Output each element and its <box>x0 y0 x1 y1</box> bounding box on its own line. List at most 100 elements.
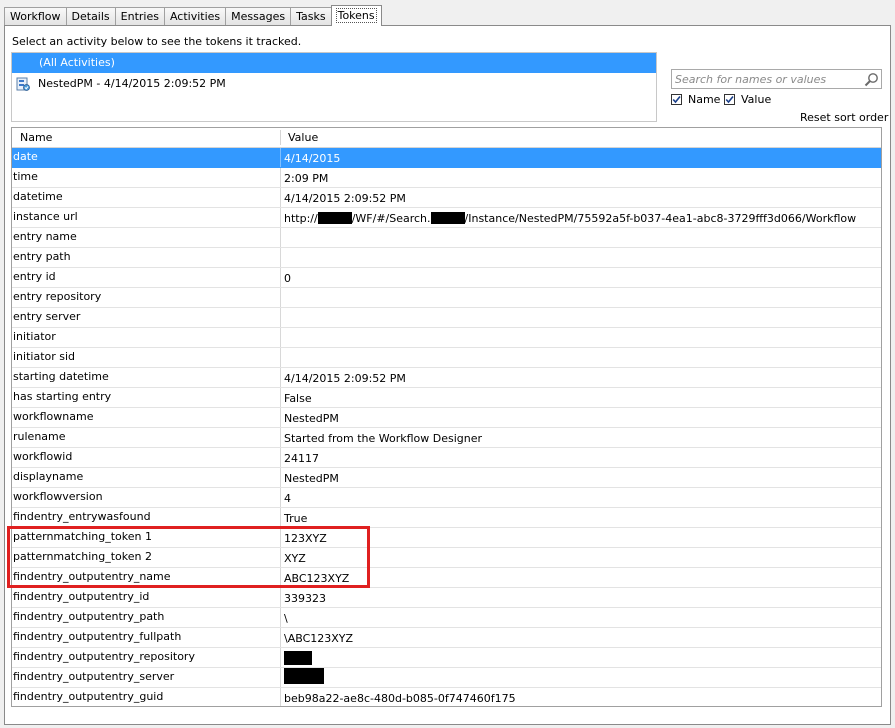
table-row[interactable]: instance url http:// /WF/#/Search. /Instanc… <box>12 208 881 228</box>
token-name-cell: entry repository <box>12 288 281 307</box>
token-value-cell: NestedPM <box>284 412 339 425</box>
table-row[interactable]: findentry_outputentry_fullpath \ABC123XYZ <box>12 628 881 648</box>
token-value-cell <box>281 228 881 247</box>
token-name-cell: date <box>12 148 281 167</box>
column-header-name[interactable]: Name <box>12 128 52 147</box>
table-row[interactable]: patternmatching_token 1 123XYZ <box>12 528 881 548</box>
table-row[interactable]: findentry_outputentry_path \ <box>12 608 881 628</box>
redaction-block <box>317 212 352 224</box>
value-filter-checkbox[interactable]: Value <box>724 93 771 106</box>
url-segment: /WF/#/Search. <box>351 212 431 225</box>
search-input[interactable] <box>675 71 861 87</box>
table-row[interactable]: findentry_entrywasfound True <box>12 508 881 528</box>
token-name-cell: findentry_outputentry_guid <box>12 688 281 706</box>
token-value-cell <box>281 308 881 327</box>
reset-sort-order-link[interactable]: Reset sort order <box>800 111 888 124</box>
value-filter-label: Value <box>741 93 772 106</box>
name-filter-checkbox[interactable]: Name <box>671 93 720 106</box>
table-row[interactable]: findentry_outputentry_name ABC123XYZ <box>12 568 881 588</box>
token-value-cell: 4/14/2015 2:09:52 PM <box>284 192 406 205</box>
table-row[interactable]: rulename Started from the Workflow Design… <box>12 428 881 448</box>
table-row[interactable]: entry server <box>12 308 881 328</box>
token-name-cell: findentry_outputentry_path <box>12 608 281 627</box>
table-row[interactable]: workflowid 24117 <box>12 448 881 468</box>
token-value-cell: 4/14/2015 2:09:52 PM <box>284 372 406 385</box>
table-row[interactable]: findentry_outputentry_id 339323 <box>12 588 881 608</box>
token-value-cell: \ <box>284 612 288 625</box>
table-row[interactable]: date 4/14/2015 <box>12 148 881 168</box>
table-row[interactable]: findentry_outputentry_server <box>12 668 881 688</box>
token-value-cell: http:// /WF/#/Search. /Instance/NestedPM/7… <box>281 208 881 227</box>
tokens-grid[interactable]: Name Value date 4/14/2015 time 2:09 PM datet… <box>11 127 882 707</box>
tab-messages[interactable]: Messages <box>225 7 292 25</box>
tab-entries[interactable]: Entries <box>114 7 165 25</box>
table-row[interactable]: entry path <box>12 248 881 268</box>
checkbox-checked-icon[interactable] <box>671 94 682 105</box>
token-value-cell <box>281 648 881 667</box>
token-value-cell: NestedPM <box>284 472 339 485</box>
redaction-block <box>284 668 324 684</box>
table-row[interactable]: workflowname NestedPM <box>12 408 881 428</box>
token-name-cell: workflowname <box>12 408 281 427</box>
table-row[interactable]: entry repository <box>12 288 881 308</box>
token-value-cell: 4 <box>284 492 291 505</box>
column-header-value[interactable]: Value <box>280 128 318 147</box>
table-row[interactable]: time 2:09 PM <box>12 168 881 188</box>
search-box[interactable] <box>671 69 882 89</box>
tab-label: Workflow <box>10 10 61 23</box>
tab-label: Tasks <box>296 10 326 23</box>
table-row[interactable]: entry id 0 <box>12 268 881 288</box>
workflow-icon <box>16 77 30 91</box>
token-name-cell: findentry_outputentry_server <box>12 668 281 687</box>
grid-header: Name Value <box>12 128 881 148</box>
tab-activities[interactable]: Activities <box>163 7 227 25</box>
table-row[interactable]: datetime 4/14/2015 2:09:52 PM <box>12 188 881 208</box>
token-name-cell: findentry_outputentry_fullpath <box>12 628 281 647</box>
instruction-text: Select an activity below to see the toke… <box>12 35 302 48</box>
table-row[interactable]: displayname NestedPM <box>12 468 881 488</box>
token-name-cell: entry id <box>12 268 281 287</box>
table-row[interactable]: starting datetime 4/14/2015 2:09:52 PM <box>12 368 881 388</box>
tab-details[interactable]: Details <box>65 7 116 25</box>
tokens-window: Workflow Details Entries Activities Mess… <box>0 0 895 728</box>
table-row[interactable]: has starting entry False <box>12 388 881 408</box>
activity-list[interactable]: (All Activities) NestedPM - 4/14/2015 2:… <box>11 52 657 122</box>
token-value-cell: ABC123XYZ <box>284 572 350 585</box>
token-value-cell: False <box>284 392 312 405</box>
tab-workflow[interactable]: Workflow <box>4 7 67 25</box>
token-value-cell <box>281 248 881 267</box>
token-name-cell: workflowid <box>12 448 281 467</box>
token-value-cell: 4/14/2015 <box>284 152 341 165</box>
tab-label: Messages <box>231 10 286 23</box>
token-value-cell: beb98a22-ae8c-480d-b085-0f747460f175 <box>284 692 516 705</box>
redaction-block <box>284 651 312 665</box>
table-row[interactable]: initiator <box>12 328 881 348</box>
token-name-cell: datetime <box>12 188 281 207</box>
token-value-cell <box>281 348 881 367</box>
table-row[interactable]: entry name <box>12 228 881 248</box>
search-icon[interactable] <box>864 72 879 87</box>
tab-label: Tokens <box>335 8 377 23</box>
tab-tasks[interactable]: Tasks <box>290 7 332 25</box>
token-name-cell: findentry_outputentry_id <box>12 588 281 607</box>
token-value-cell: 123XYZ <box>284 532 327 545</box>
name-filter-label: Name <box>688 93 721 106</box>
table-row[interactable]: initiator sid <box>12 348 881 368</box>
activity-item-label: NestedPM - 4/14/2015 2:09:52 PM <box>38 77 226 90</box>
tab-bar: Workflow Details Entries Activities Mess… <box>4 5 382 26</box>
activity-item-all[interactable]: (All Activities) <box>12 53 656 73</box>
table-row[interactable]: patternmatching_token 2 XYZ <box>12 548 881 568</box>
token-value-cell: 0 <box>284 272 291 285</box>
tab-label: Details <box>71 10 110 23</box>
token-name-cell: initiator sid <box>12 348 281 367</box>
tab-tokens[interactable]: Tokens <box>330 5 382 26</box>
activity-item-nestedpm[interactable]: NestedPM - 4/14/2015 2:09:52 PM <box>12 73 656 95</box>
token-name-cell: instance url <box>12 208 281 227</box>
checkbox-checked-icon[interactable] <box>724 94 735 105</box>
table-row[interactable]: findentry_outputentry_guid beb98a22-ae8c-… <box>12 688 881 706</box>
table-row[interactable]: workflowversion 4 <box>12 488 881 508</box>
table-row[interactable]: findentry_outputentry_repository <box>12 648 881 668</box>
token-value-cell: Started from the Workflow Designer <box>284 432 483 445</box>
token-value-cell: 339323 <box>284 592 326 605</box>
token-name-cell: workflowversion <box>12 488 281 507</box>
